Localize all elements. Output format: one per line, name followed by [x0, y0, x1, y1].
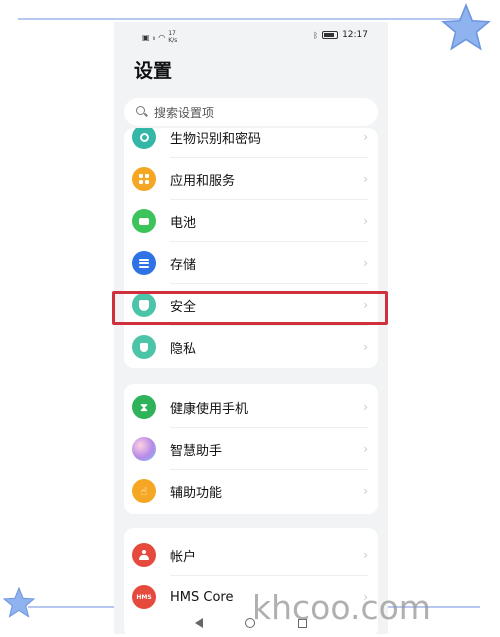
hms-icon: HMS: [132, 585, 156, 609]
search-placeholder: 搜索设置项: [154, 105, 215, 120]
key-icon: [132, 128, 156, 149]
highlight-box: [112, 291, 388, 325]
apps-icon: [132, 167, 156, 191]
settings-item-battery[interactable]: 电池 ›: [124, 200, 378, 242]
storage-icon: [132, 251, 156, 275]
notification-icon: ▣: [142, 32, 150, 42]
settings-item-label: HMS Core: [170, 589, 234, 605]
settings-item-label: 应用和服务: [170, 173, 236, 189]
account-icon: [132, 543, 156, 567]
status-bar-right: ᛒ 12:17: [313, 30, 368, 40]
chevron-right-icon: ›: [363, 172, 368, 186]
chevron-right-icon: ›: [363, 400, 368, 414]
settings-item-label: 健康使用手机: [170, 401, 249, 417]
settings-item-label: 辅助功能: [170, 485, 223, 501]
assistant-icon: [132, 437, 156, 461]
battery-icon: [132, 209, 156, 233]
settings-item-label: 电池: [170, 215, 197, 231]
hms-icon-text: HMS: [136, 593, 152, 601]
settings-item-smart-assistant[interactable]: 智慧助手 ›: [124, 428, 378, 470]
star-decoration-icon: [441, 3, 491, 51]
settings-item-apps[interactable]: 应用和服务 ›: [124, 158, 378, 200]
settings-item-label: 存储: [170, 257, 197, 273]
hand-icon: ☝: [132, 479, 156, 503]
chevron-right-icon: ›: [363, 484, 368, 498]
settings-item-privacy[interactable]: 隐私 ›: [124, 326, 378, 368]
search-input[interactable]: 搜索设置项: [124, 98, 378, 126]
chevron-right-icon: ›: [363, 340, 368, 354]
settings-group-security: 生物识别和密码 › 应用和服务 › 电池 › 存储 › 安全 › 隐私 ›: [124, 128, 378, 368]
chevron-right-icon: ›: [363, 130, 368, 144]
page-title: 设置: [134, 60, 173, 82]
settings-item-digital-balance[interactable]: ⧗ 健康使用手机 ›: [124, 386, 378, 428]
status-bar-left: ▣ ₗₗ ◠ 17 K/s: [142, 30, 177, 44]
wifi-icon: ◠: [158, 32, 166, 42]
signal-icon: ₗₗ: [152, 32, 156, 42]
settings-item-storage[interactable]: 存储 ›: [124, 242, 378, 284]
settings-item-label: 隐私: [170, 341, 197, 357]
privacy-icon: [132, 335, 156, 359]
phone-screen: ▣ ₗₗ ◠ 17 K/s ᛒ 12:17 设置 搜索设置项 生物识别和密码 › …: [114, 22, 388, 634]
back-icon[interactable]: [195, 618, 204, 628]
clock: 12:17: [342, 30, 368, 40]
settings-item-account[interactable]: 帐户 ›: [124, 534, 378, 576]
status-bar: ▣ ₗₗ ◠ 17 K/s ᛒ 12:17: [114, 22, 388, 48]
bluetooth-icon: ᛒ: [313, 30, 319, 40]
settings-item-biometrics[interactable]: 生物识别和密码 ›: [124, 128, 378, 158]
settings-item-label: 生物识别和密码: [170, 131, 262, 147]
chevron-right-icon: ›: [363, 256, 368, 270]
battery-icon: [322, 31, 339, 39]
star-decoration-icon: [2, 586, 36, 618]
settings-group-assist: ⧗ 健康使用手机 › 智慧助手 › ☝ 辅助功能 ›: [124, 384, 378, 514]
chevron-right-icon: ›: [363, 214, 368, 228]
settings-item-accessibility[interactable]: ☝ 辅助功能 ›: [124, 470, 378, 512]
network-speed: 17 K/s: [168, 30, 178, 44]
chevron-right-icon: ›: [363, 548, 368, 562]
settings-item-label: 帐户: [170, 549, 197, 565]
search-icon: [136, 106, 148, 118]
chevron-right-icon: ›: [363, 442, 368, 456]
watermark: khcoo.com: [252, 588, 431, 627]
settings-item-label: 智慧助手: [170, 443, 223, 459]
hourglass-icon: ⧗: [132, 395, 156, 419]
decorative-frame-top: [18, 18, 466, 20]
